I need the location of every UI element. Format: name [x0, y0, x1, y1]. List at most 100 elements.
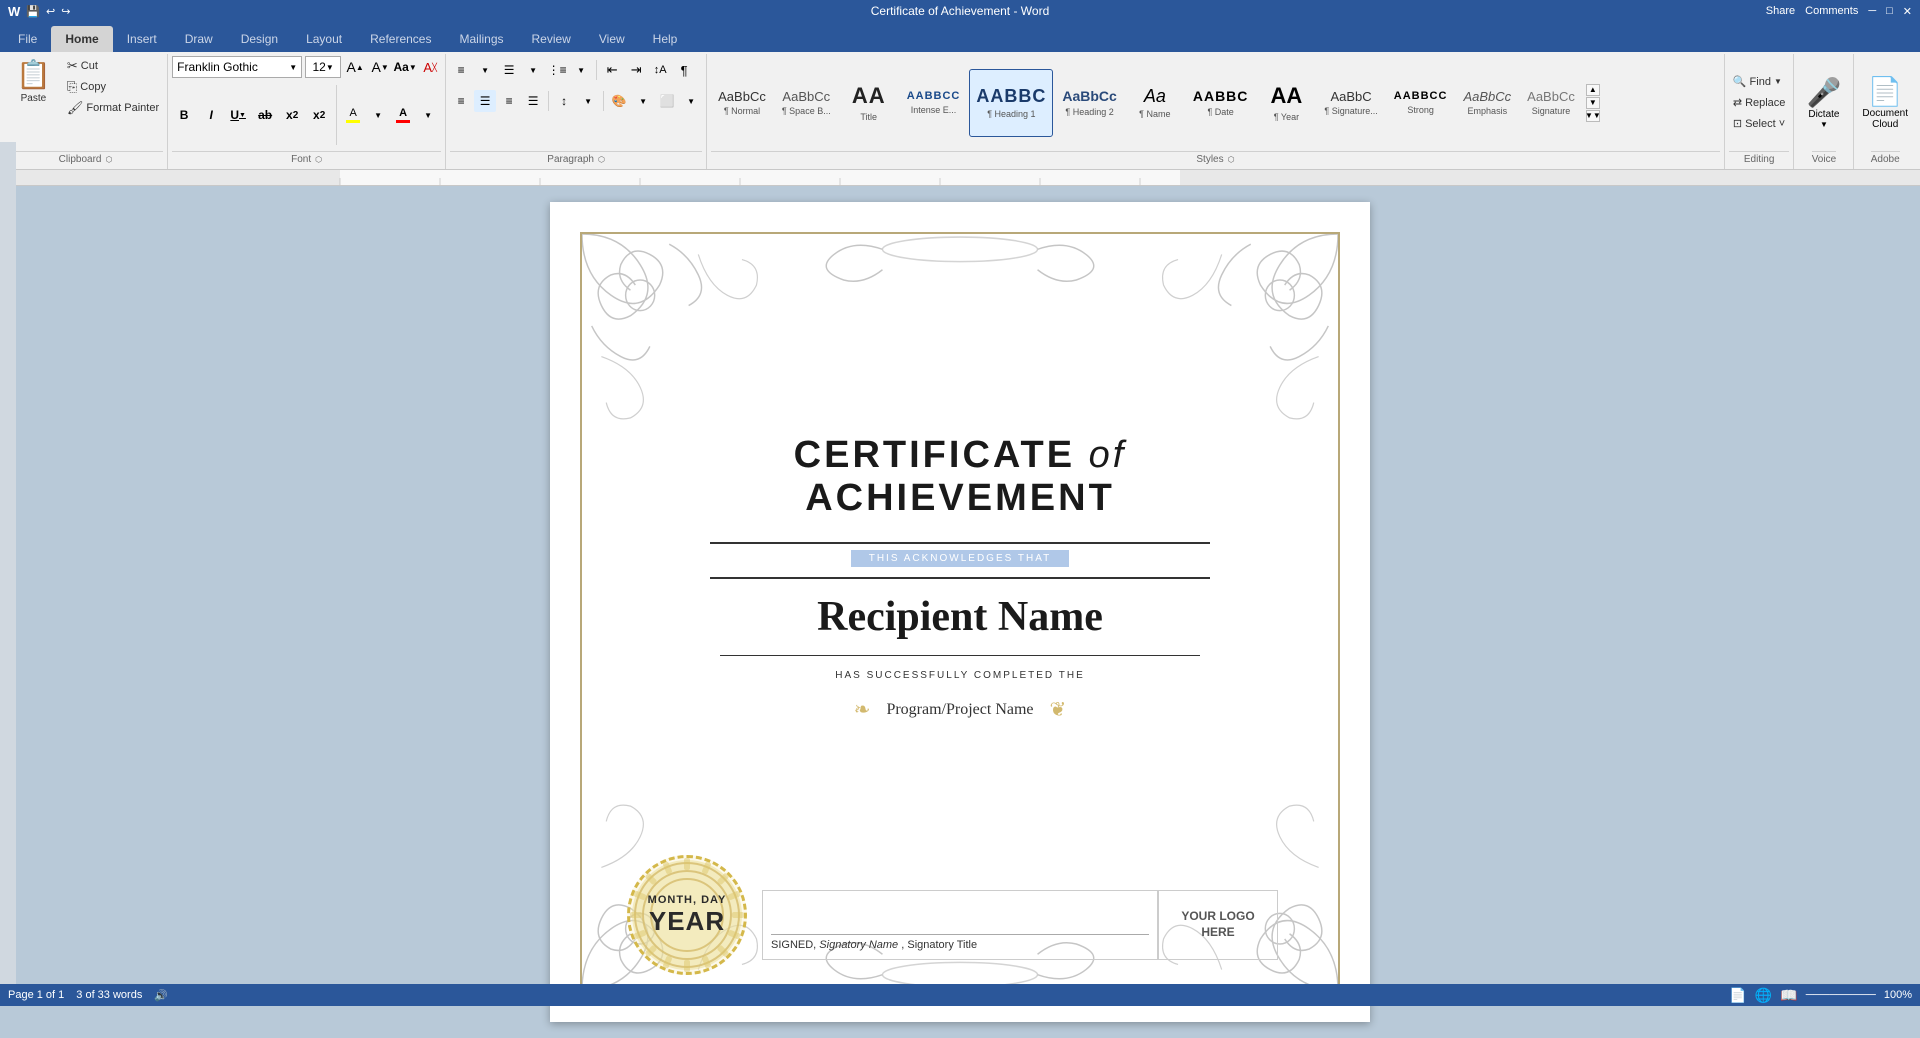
line-spacing-button[interactable]: ↕: [553, 90, 575, 112]
styles-expand[interactable]: ▼▼: [1586, 110, 1600, 122]
italic-button[interactable]: I: [199, 104, 223, 126]
style-normal[interactable]: AaBbCc ¶ Normal: [711, 69, 773, 137]
tab-review[interactable]: Review: [518, 26, 585, 52]
style-year[interactable]: AA ¶ Year: [1257, 69, 1315, 137]
style-intense-emphasis[interactable]: AABBCC Intense E...: [900, 69, 968, 137]
normal-view-button[interactable]: 📄: [1729, 987, 1746, 1004]
styles-scroll-down[interactable]: ▼: [1586, 97, 1600, 109]
tab-home[interactable]: Home: [51, 26, 112, 52]
underline-button[interactable]: U ▼: [226, 104, 250, 126]
comments-button[interactable]: Comments: [1805, 5, 1858, 17]
style-name[interactable]: Aa ¶ Name: [1126, 69, 1184, 137]
style-signature[interactable]: AaBbC ¶ Signature...: [1317, 69, 1384, 137]
copy-button[interactable]: ⎘ Copy: [63, 77, 163, 97]
bullets-dropdown[interactable]: ▼: [474, 59, 496, 81]
paste-icon: 📋: [16, 58, 51, 91]
font-expand-icon[interactable]: ⬡: [315, 155, 322, 164]
font-size-selector[interactable]: 12 ▼: [305, 56, 341, 78]
tab-file[interactable]: File: [4, 26, 51, 52]
replace-button[interactable]: ⇄ Replace: [1729, 94, 1790, 111]
text-highlight-button[interactable]: A: [342, 104, 364, 126]
acrobat-button[interactable]: 📄 Document Cloud: [1858, 71, 1912, 134]
web-layout-button[interactable]: 🌐: [1755, 987, 1772, 1004]
align-right-button[interactable]: ≡: [498, 90, 520, 112]
font-name-selector[interactable]: Franklin Gothic ▼: [172, 56, 302, 78]
sort-button[interactable]: ↕A: [649, 59, 671, 81]
style-heading2[interactable]: AaBbCc ¶ Heading 2: [1055, 69, 1123, 137]
style-heading1[interactable]: AABBC ¶ Heading 1: [969, 69, 1053, 137]
font-size-decrease-button[interactable]: A▼: [369, 56, 391, 78]
tab-design[interactable]: Design: [227, 26, 292, 52]
underline-dropdown[interactable]: ▼: [239, 112, 246, 119]
style-heading2-preview: AaBbCc: [1062, 88, 1116, 105]
change-case-button[interactable]: Aa▼: [394, 56, 416, 78]
line-spacing-dropdown[interactable]: ▼: [577, 90, 599, 112]
align-left-button[interactable]: ≡: [450, 90, 472, 112]
font-group: Franklin Gothic ▼ 12 ▼ A▲ A▼ Aa▼ A╳ B I: [168, 54, 446, 169]
acrobat-label: Document: [1862, 108, 1908, 119]
adobe-group-label: Adobe: [1871, 151, 1900, 167]
style-heading1-label: ¶ Heading 1: [987, 109, 1035, 119]
style-space-before[interactable]: AaBbCc ¶ Space B...: [775, 69, 838, 137]
close-button[interactable]: ✕: [1903, 5, 1912, 18]
quick-access-save[interactable]: 💾: [26, 5, 40, 18]
show-hide-button[interactable]: ¶: [673, 59, 695, 81]
tab-draw[interactable]: Draw: [171, 26, 227, 52]
font-color-button[interactable]: A: [392, 104, 414, 126]
minimize-button[interactable]: ─: [1868, 5, 1876, 17]
justify-button[interactable]: ☰: [522, 90, 544, 112]
indent-decrease-button[interactable]: ⇤: [601, 59, 623, 81]
cut-button[interactable]: ✂ Cut: [63, 56, 163, 76]
superscript-button[interactable]: x2: [307, 104, 331, 126]
shading-button[interactable]: 🎨: [608, 90, 630, 112]
strikethrough-button[interactable]: ab: [253, 104, 277, 126]
paste-button[interactable]: 📋 Paste: [8, 56, 59, 106]
tab-layout[interactable]: Layout: [292, 26, 356, 52]
style-emphasis[interactable]: AaBbCc Emphasis: [1456, 69, 1518, 137]
tab-help[interactable]: Help: [639, 26, 692, 52]
share-button[interactable]: Share: [1766, 5, 1795, 17]
certificate-logo: YOUR LOGO HERE: [1158, 890, 1278, 960]
borders-dropdown[interactable]: ▼: [680, 90, 702, 112]
find-dropdown[interactable]: ▼: [1774, 77, 1782, 86]
numbering-dropdown[interactable]: ▼: [522, 59, 544, 81]
style-signature2[interactable]: AaBbCc Signature: [1520, 69, 1582, 137]
font-highlight-dropdown[interactable]: ▼: [367, 104, 389, 126]
paragraph-expand-icon[interactable]: ⬡: [598, 155, 605, 164]
style-title[interactable]: AA Title: [840, 69, 898, 137]
multilevel-dropdown[interactable]: ▼: [570, 59, 592, 81]
multilevel-button[interactable]: ⋮≡: [546, 59, 568, 81]
select-button[interactable]: ⊡ Select ˅: [1729, 115, 1790, 132]
clipboard-expand-icon[interactable]: ⬡: [105, 155, 112, 164]
tab-insert[interactable]: Insert: [113, 26, 171, 52]
maximize-button[interactable]: □: [1886, 5, 1893, 17]
style-strong[interactable]: AABBCC Strong: [1387, 69, 1455, 137]
tab-references[interactable]: References: [356, 26, 445, 52]
bold-button[interactable]: B: [172, 104, 196, 126]
clear-formatting-button[interactable]: A╳: [419, 56, 441, 78]
indent-increase-button[interactable]: ⇥: [625, 59, 647, 81]
language-indicator[interactable]: 🔊: [154, 989, 168, 1002]
clipboard-group: 📋 Paste ✂ Cut ⎘ Copy 🖌 Format Painter: [4, 54, 168, 169]
numbering-button[interactable]: ☰: [498, 59, 520, 81]
style-name-preview: Aa: [1144, 86, 1166, 108]
dictate-button[interactable]: 🎤 Dictate ▼: [1802, 72, 1845, 133]
styles-expand-icon[interactable]: ⬡: [1228, 155, 1235, 164]
subscript-button[interactable]: x2: [280, 104, 304, 126]
styles-scroll-up[interactable]: ▲: [1586, 84, 1600, 96]
quick-access-undo[interactable]: ↩: [46, 5, 55, 18]
shading-dropdown[interactable]: ▼: [632, 90, 654, 112]
find-button[interactable]: 🔍 Find ▼: [1729, 73, 1790, 90]
borders-button[interactable]: ⬜: [656, 90, 678, 112]
read-mode-button[interactable]: 📖: [1780, 987, 1797, 1004]
dictate-dropdown[interactable]: ▼: [1820, 120, 1828, 129]
tab-mailings[interactable]: Mailings: [445, 26, 517, 52]
format-painter-button[interactable]: 🖌 Format Painter: [63, 98, 163, 118]
style-date[interactable]: AABBC ¶ Date: [1186, 69, 1256, 137]
font-color-dropdown[interactable]: ▼: [417, 104, 439, 126]
align-center-button[interactable]: ☰: [474, 90, 496, 112]
quick-access-redo[interactable]: ↪: [61, 5, 70, 18]
tab-view[interactable]: View: [585, 26, 639, 52]
font-size-increase-button[interactable]: A▲: [344, 56, 366, 78]
bullets-button[interactable]: ≡: [450, 59, 472, 81]
